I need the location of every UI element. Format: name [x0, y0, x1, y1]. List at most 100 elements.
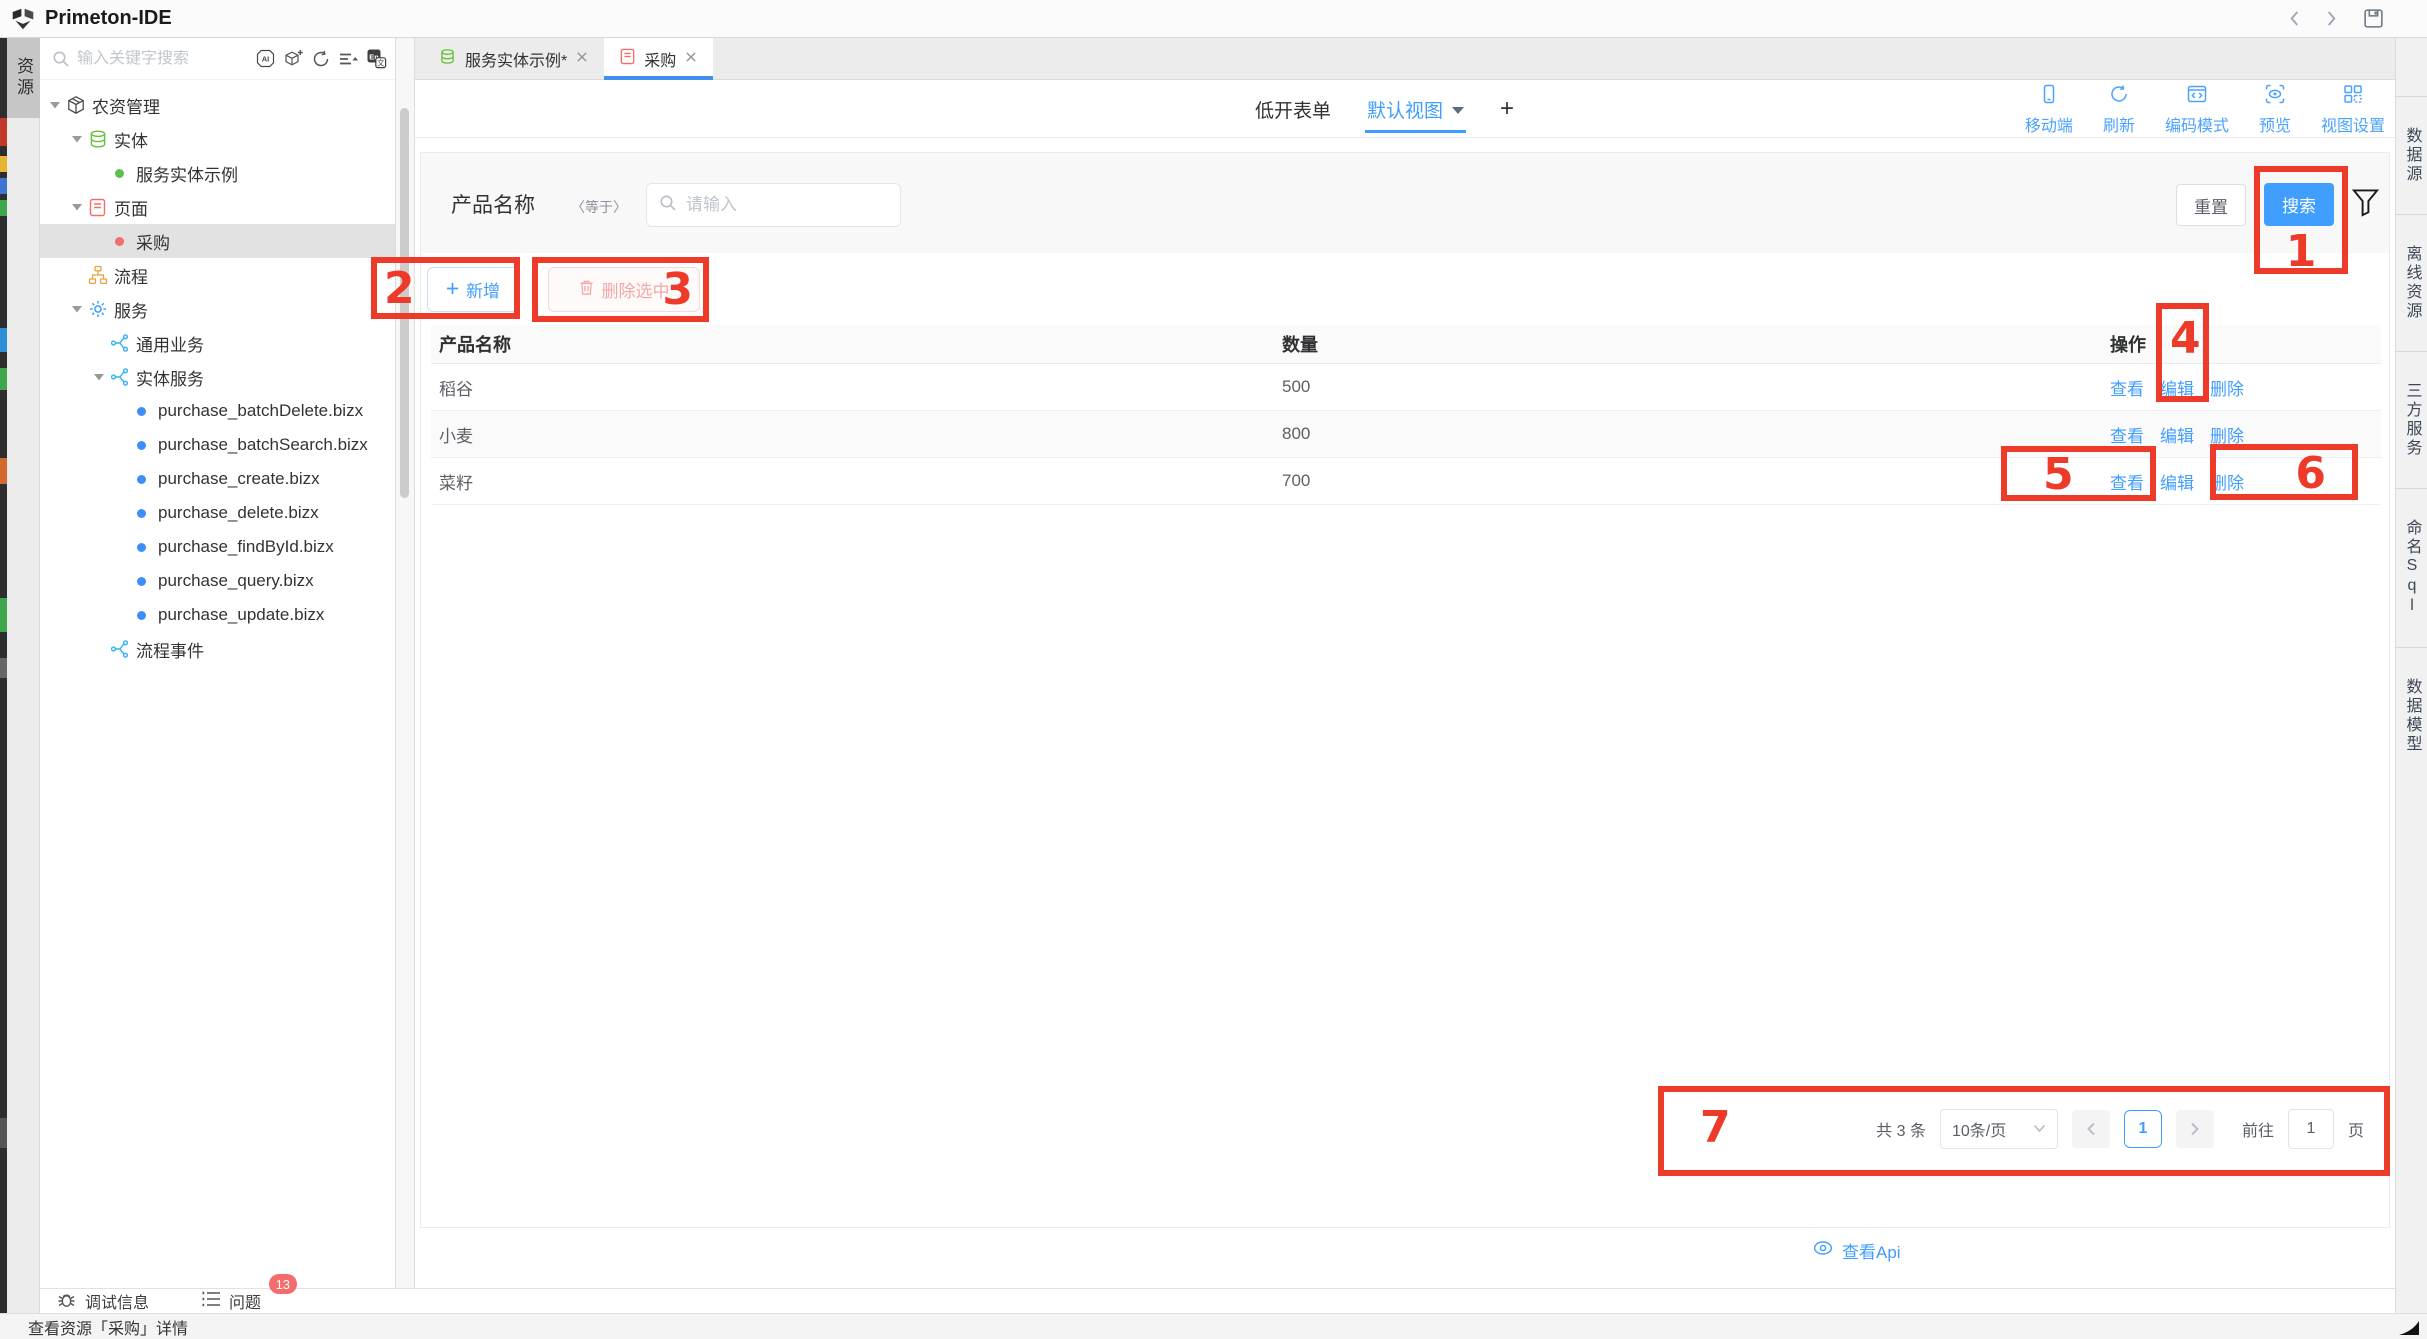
row-action-view[interactable]: 查看: [2110, 375, 2144, 400]
cell-product-name: 稻谷: [431, 375, 1282, 400]
right-tab-label: 数据模型: [2400, 678, 2424, 754]
tree-item[interactable]: 服务: [40, 292, 395, 326]
annotation-box-4: 4: [2156, 303, 2209, 402]
tree-item[interactable]: 实体: [40, 122, 395, 156]
save-icon[interactable]: [2362, 7, 2385, 30]
tree-item[interactable]: purchase_query.bizx: [40, 564, 395, 598]
status-bar: 查看资源「采购」详情: [0, 1313, 2427, 1339]
tree-item[interactable]: 采购: [40, 224, 395, 258]
tree-caret-icon[interactable]: [46, 102, 63, 109]
collapse-list-icon[interactable]: [338, 49, 359, 69]
translate-icon[interactable]: En文: [366, 48, 387, 69]
reset-button[interactable]: 重置: [2176, 184, 2246, 226]
tab-purchase[interactable]: 采购: [604, 38, 713, 79]
tree-caret-icon[interactable]: [68, 136, 85, 143]
tree-caret-icon[interactable]: [90, 374, 107, 381]
tree-item-label: 实体: [114, 127, 148, 152]
mouse-cursor: [2398, 1320, 2420, 1339]
annotation-box-3: 3: [532, 257, 709, 322]
dot-red-icon: [107, 237, 132, 246]
close-icon[interactable]: [576, 50, 588, 68]
tree-item[interactable]: purchase_batchSearch.bizx: [40, 428, 395, 462]
tree-item[interactable]: 通用业务: [40, 326, 395, 360]
close-icon[interactable]: [685, 50, 697, 68]
debug-info-item[interactable]: 调试信息: [56, 1289, 149, 1314]
row-action-delete[interactable]: 删除: [2210, 375, 2244, 400]
tree-item-label: 通用业务: [136, 331, 204, 356]
tree-item-label: purchase_update.bizx: [158, 605, 324, 625]
tree-item-label: 农资管理: [92, 93, 160, 118]
view-settings-icon: [2342, 83, 2364, 110]
tree-item[interactable]: 农资管理: [40, 88, 395, 122]
tree-item[interactable]: purchase_delete.bizx: [40, 496, 395, 530]
tree-item[interactable]: purchase_findById.bizx: [40, 530, 395, 564]
view-header: 低开表单 默认视图 + 移动端 刷新编码模式 预览视图设置: [415, 80, 2395, 138]
right-tab[interactable]: 数据源: [2396, 96, 2427, 214]
filter-input[interactable]: [686, 195, 888, 215]
problems-item[interactable]: 问题 13: [201, 1289, 261, 1313]
tab-low-code-form[interactable]: 低开表单: [1255, 96, 1331, 123]
toolbar-button-preview[interactable]: 预览: [2259, 83, 2291, 136]
tree-caret-icon[interactable]: [68, 204, 85, 211]
right-tab[interactable]: 离线资源: [2396, 214, 2427, 351]
column-header-quantity: 数量: [1282, 331, 2110, 357]
right-tab[interactable]: 三方服务: [2396, 351, 2427, 488]
tab-entity-example[interactable]: 服务实体示例*: [423, 38, 604, 79]
refresh-icon[interactable]: [311, 49, 331, 69]
tree-item[interactable]: purchase_create.bizx: [40, 462, 395, 496]
toolbar-button-refresh[interactable]: 刷新: [2103, 83, 2135, 136]
eye-icon: [1813, 1240, 1833, 1261]
editor-toolbar: 移动端 刷新编码模式 预览视图设置: [2025, 80, 2385, 138]
tree-item-label: purchase_batchDelete.bizx: [158, 401, 363, 421]
right-tab-label: 命名Sql: [2400, 519, 2424, 617]
tree-item[interactable]: 流程: [40, 258, 395, 292]
row-action-view[interactable]: 查看: [2110, 422, 2144, 447]
toolbar-button-mobile[interactable]: 移动端: [2025, 83, 2073, 136]
background-window-edge: [0, 38, 7, 1313]
cell-quantity: 500: [1282, 377, 2110, 397]
add-resource-icon[interactable]: [283, 48, 304, 69]
tree-item[interactable]: 页面: [40, 190, 395, 224]
tree-item[interactable]: purchase_update.bizx: [40, 598, 395, 632]
form-panel: 产品名称 〈等于〉 重置 搜索 新增 删除选中: [420, 152, 2390, 1228]
cell-product-name: 小麦: [431, 422, 1282, 447]
row-action-edit[interactable]: 编辑: [2160, 469, 2194, 494]
status-text: 查看资源「采购」详情: [28, 1315, 188, 1339]
row-action-edit[interactable]: 编辑: [2160, 422, 2194, 447]
flow-icon: [85, 265, 110, 285]
tree-item-label: 服务实体示例: [136, 161, 238, 186]
filter-funnel-icon[interactable]: [2351, 187, 2380, 224]
add-view-button[interactable]: +: [1500, 95, 1514, 123]
right-tab-label: 离线资源: [2400, 245, 2424, 321]
tab-default-view[interactable]: 默认视图: [1367, 80, 1464, 138]
package-icon: [63, 95, 88, 115]
gear-icon: [85, 299, 110, 319]
tree-item[interactable]: 实体服务: [40, 360, 395, 394]
toolbar-button-label: 移动端: [2025, 112, 2073, 136]
sidebar-scrollbar[interactable]: [395, 38, 415, 1288]
tree-caret-icon[interactable]: [68, 306, 85, 313]
toolbar-button-code[interactable]: 编码模式: [2165, 83, 2229, 136]
view-api-link[interactable]: 查看Api: [1813, 1238, 1901, 1263]
nav-forward-icon[interactable]: [2325, 10, 2338, 27]
tree-item[interactable]: purchase_batchDelete.bizx: [40, 394, 395, 428]
toolbar-button-view-settings[interactable]: 视图设置: [2321, 83, 2385, 136]
left-tab-resources[interactable]: 资源: [7, 38, 40, 118]
dot-green-icon: [107, 169, 132, 178]
right-tab[interactable]: 命名Sql: [2396, 488, 2427, 647]
row-action-delete[interactable]: 删除: [2210, 422, 2244, 447]
tree-item[interactable]: 流程事件: [40, 632, 395, 666]
cell-actions: 查看编辑删除: [2110, 422, 2381, 447]
ai-assistant-icon[interactable]: AI: [255, 48, 276, 69]
tab-label: 采购: [644, 47, 676, 71]
right-tab[interactable]: 数据模型: [2396, 647, 2427, 784]
toolbar-button-label: 编码模式: [2165, 112, 2229, 136]
tree-item[interactable]: 服务实体示例: [40, 156, 395, 190]
filter-input-wrap: [646, 183, 901, 227]
column-header-actions: 操作: [2110, 331, 2381, 357]
db-icon: [85, 129, 110, 149]
sidebar-search-input[interactable]: [77, 50, 248, 68]
nav-back-icon[interactable]: [2288, 10, 2301, 27]
app-logo-icon: [10, 6, 36, 32]
table-row: 稻谷500查看编辑删除: [431, 364, 2381, 411]
